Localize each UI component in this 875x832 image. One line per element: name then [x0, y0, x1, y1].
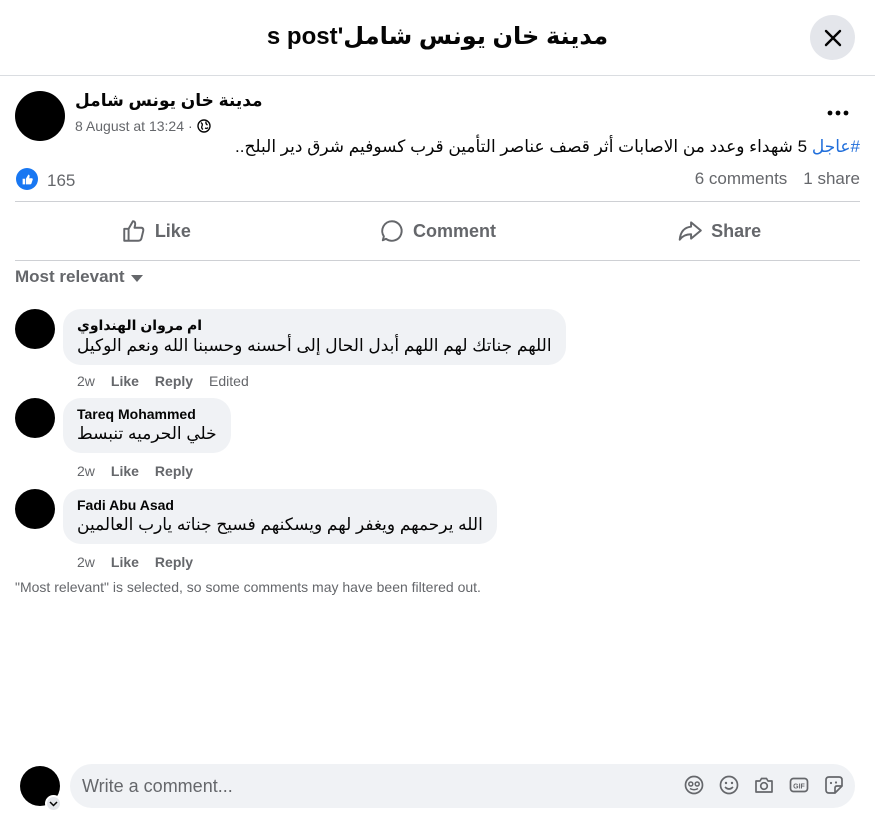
reaction-count[interactable]: 165 — [47, 171, 75, 191]
comment-bubble-icon — [381, 220, 403, 242]
comment-avatar[interactable] — [15, 489, 55, 529]
like-reaction-icon[interactable] — [16, 168, 38, 190]
engagement-counts: 6 comments 1 share — [695, 169, 860, 189]
comment-time[interactable]: 2w — [77, 373, 95, 389]
shares-count[interactable]: 1 share — [803, 169, 860, 189]
more-options-button[interactable] — [818, 98, 858, 128]
composer-icons: GIF — [683, 774, 845, 796]
comment-reply-button[interactable]: Reply — [155, 373, 193, 389]
comment-like-button[interactable]: Like — [111, 463, 139, 479]
caret-down-icon — [130, 274, 143, 282]
comment-label: Comment — [413, 220, 497, 241]
filter-note: "Most relevant" is selected, so some com… — [15, 579, 481, 595]
comment-bubble: Fadi Abu Asad الله يرحمهم ويغفر لهم ويسك… — [63, 489, 497, 544]
svg-text:GIF: GIF — [793, 783, 805, 790]
dialog-header: مدينة خان يونس شامل's post — [0, 0, 875, 76]
emoji-icon[interactable] — [718, 774, 740, 796]
sort-label: Most relevant — [15, 267, 125, 286]
comment-author[interactable]: Tareq Mohammed — [77, 406, 217, 422]
comment-actions: 2w Like Reply — [77, 463, 193, 479]
comment-time[interactable]: 2w — [77, 463, 95, 479]
post-meta: 8 August at 13:24 · — [75, 118, 211, 134]
like-button[interactable]: Like — [15, 203, 297, 259]
meta-separator: · — [187, 118, 193, 134]
share-label: Share — [711, 220, 762, 241]
post-body: 5 شهداء وعدد من الاصابات أثر قصف عناصر ا… — [235, 137, 808, 156]
comment-text: الله يرحمهم ويغفر لهم ويسكنهم فسيح جناته… — [77, 515, 483, 534]
comment-like-button[interactable]: Like — [111, 373, 139, 389]
comment-bubble: ام مروان الهنداوي اللهم جناتك لهم اللهم … — [63, 309, 566, 365]
comment-actions: 2w Like Reply Edited — [77, 373, 249, 389]
post-text: #عاجل 5 شهداء وعدد من الاصابات أثر قصف ع… — [15, 137, 860, 157]
comment-button[interactable]: Comment — [297, 203, 579, 259]
post-author-name[interactable]: مدينة خان يونس شامل — [75, 91, 263, 111]
comment-avatar[interactable] — [15, 398, 55, 438]
profile-switch-button[interactable] — [45, 795, 62, 812]
camera-icon[interactable] — [753, 774, 775, 796]
chevron-down-icon — [49, 800, 58, 807]
post-author-avatar[interactable] — [15, 91, 65, 141]
post-actions: Like Comment Share — [15, 203, 860, 259]
share-button[interactable]: Share — [578, 203, 860, 259]
divider — [15, 260, 860, 261]
post-hashtag[interactable]: #عاجل — [812, 137, 860, 156]
post-stats: 165 6 comments 1 share — [15, 168, 860, 192]
share-arrow-icon — [678, 221, 702, 241]
comment-bubble: Tareq Mohammed خلي الحرميه تنبسط — [63, 398, 231, 453]
comment-reply-button[interactable]: Reply — [155, 463, 193, 479]
comment-like-button[interactable]: Like — [111, 554, 139, 570]
comment-text: خلي الحرميه تنبسط — [77, 424, 217, 443]
comment-author[interactable]: ام مروان الهنداوي — [77, 317, 552, 334]
gif-icon[interactable]: GIF — [788, 774, 810, 796]
close-icon — [824, 29, 841, 46]
comment-text: اللهم جناتك لهم اللهم أبدل الحال إلى أحس… — [77, 336, 552, 355]
comment-sort-dropdown[interactable]: Most relevant — [15, 267, 143, 287]
dialog-title: مدينة خان يونس شامل's post — [266, 23, 609, 50]
like-label: Like — [154, 220, 191, 241]
close-button[interactable] — [810, 15, 855, 60]
comment-author[interactable]: Fadi Abu Asad — [77, 497, 483, 513]
comment-composer: GIF — [70, 764, 855, 808]
thumbs-up-icon — [123, 220, 145, 242]
comment-actions: 2w Like Reply — [77, 554, 193, 570]
comment-reply-button[interactable]: Reply — [155, 554, 193, 570]
divider — [15, 201, 860, 202]
comments-count[interactable]: 6 comments — [695, 169, 788, 189]
avatar-sticker-icon[interactable] — [683, 774, 705, 796]
sticker-icon[interactable] — [823, 774, 845, 796]
post-date[interactable]: 8 August at 13:24 — [75, 118, 184, 134]
comment-avatar[interactable] — [15, 309, 55, 349]
more-dots-icon — [827, 110, 849, 116]
globe-icon — [196, 119, 211, 133]
comment-time[interactable]: 2w — [77, 554, 95, 570]
comment-input[interactable] — [82, 764, 662, 808]
comment-edited-label[interactable]: Edited — [209, 373, 249, 389]
